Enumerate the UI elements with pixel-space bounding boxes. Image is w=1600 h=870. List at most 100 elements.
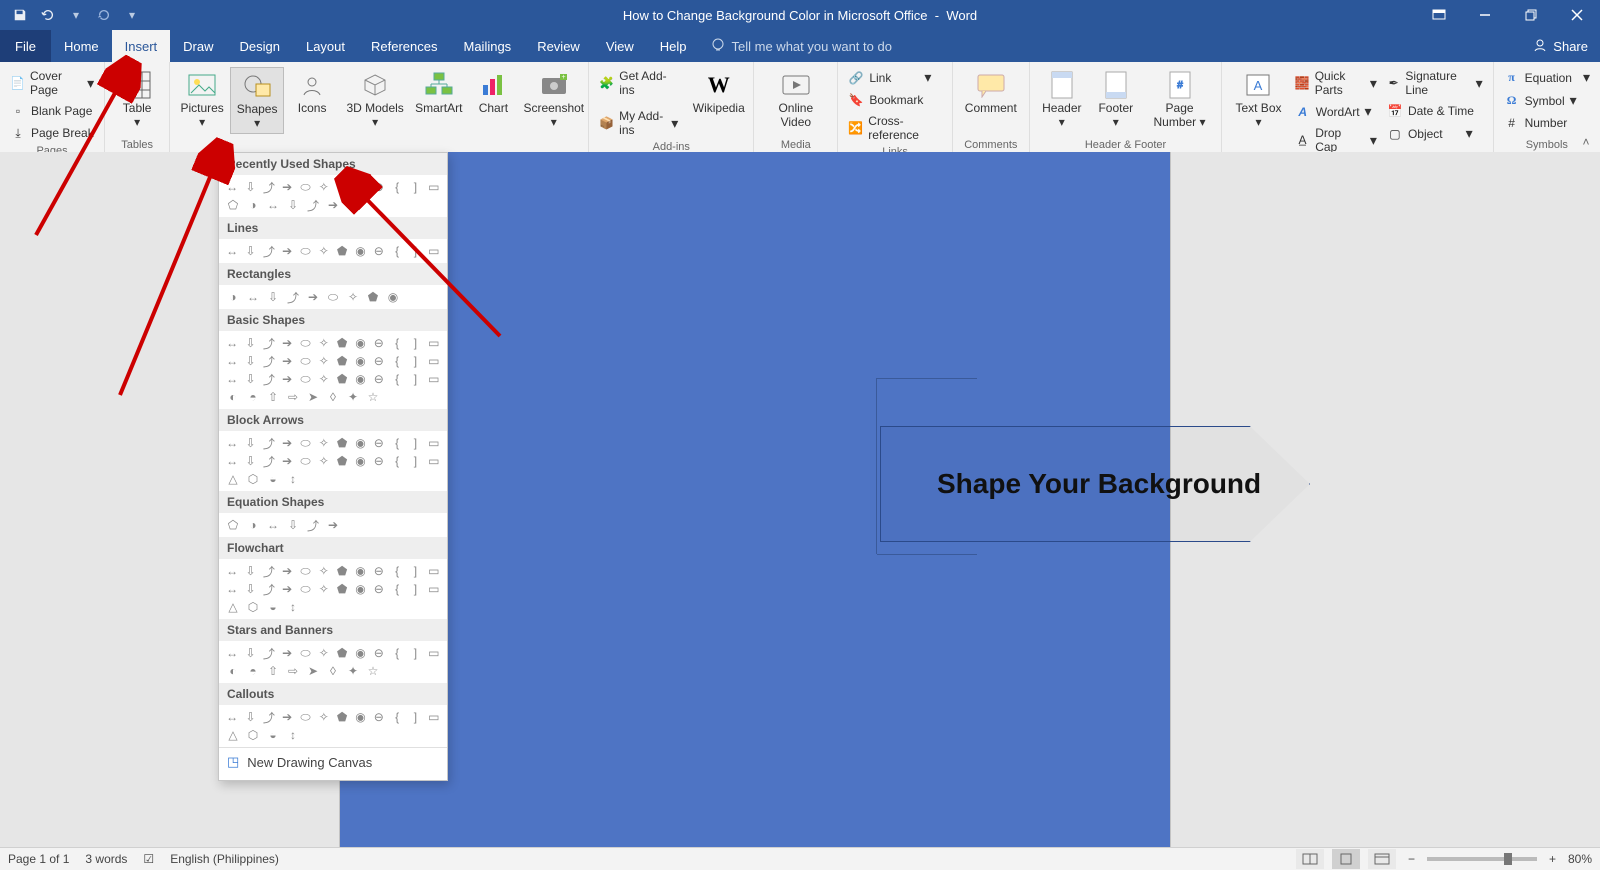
display-options-icon[interactable] [1416,0,1462,30]
shape-item[interactable]: ◊ [324,662,342,680]
shape-item[interactable]: ◉ [352,562,368,580]
read-mode-icon[interactable] [1296,849,1324,869]
tab-draw[interactable]: Draw [170,30,226,62]
shape-item[interactable]: ◉ [352,580,368,598]
shape-item[interactable]: ⇩ [242,370,258,388]
shape-item[interactable]: ⬡ [244,470,262,488]
shape-item[interactable]: ⬟ [334,242,350,260]
shape-item[interactable]: ➔ [279,562,295,580]
shape-item[interactable]: ✧ [316,178,332,196]
shape-item[interactable]: ✦ [344,388,362,406]
shape-item[interactable]: ⬭ [297,580,313,598]
number-button[interactable]: #Number [1500,113,1594,133]
shape-item[interactable]: ⬭ [297,452,313,470]
shape-item[interactable]: ⇩ [284,196,302,214]
shape-item[interactable]: ◉ [352,352,368,370]
shape-item[interactable]: ⬟ [334,352,350,370]
zoom-in-icon[interactable]: + [1545,852,1560,866]
status-page[interactable]: Page 1 of 1 [8,852,69,866]
shape-item[interactable]: ↔ [224,452,240,470]
shape-item[interactable]: ▭ [426,242,442,260]
shape-item[interactable]: ✧ [316,708,332,726]
shape-item[interactable]: ✧ [316,644,332,662]
shape-item[interactable]: ➔ [279,242,295,260]
shape-item[interactable]: △ [224,726,242,744]
shape-item[interactable]: ▭ [426,334,442,352]
shape-item[interactable]: ⇩ [242,580,258,598]
shape-item[interactable]: ] [407,708,423,726]
shape-item[interactable]: ⤴ [261,580,277,598]
wordart-button[interactable]: AWordArt▾ [1291,101,1381,122]
shape-item[interactable]: ◉ [352,434,368,452]
cross-reference-button[interactable]: 🔀Cross-reference [844,112,945,144]
shape-item[interactable]: ↔ [264,196,282,214]
shape-item[interactable]: ] [407,434,423,452]
signature-line-button[interactable]: ✒Signature Line ▾ [1383,67,1487,99]
shape-item[interactable]: ⬭ [297,178,313,196]
web-layout-icon[interactable] [1368,849,1396,869]
shape-item[interactable]: ↔ [224,580,240,598]
shape-item[interactable]: ⤴ [261,370,277,388]
collapse-ribbon-icon[interactable]: ˄ [1578,134,1594,150]
shape-item[interactable]: ⊖ [371,178,387,196]
shape-item[interactable]: ✦ [344,662,362,680]
shape-item[interactable]: ⤴ [261,562,277,580]
bookmark-button[interactable]: 🔖Bookmark [844,90,945,110]
shape-item[interactable]: ⇩ [242,352,258,370]
shape-item[interactable]: ] [407,334,423,352]
shape-item[interactable]: ✧ [316,580,332,598]
shape-item[interactable]: ⬟ [334,580,350,598]
shape-item[interactable]: ⇨ [284,388,302,406]
shape-item[interactable]: ▭ [426,434,442,452]
shape-item[interactable]: ⇩ [242,644,258,662]
shape-item[interactable]: ↕ [284,598,302,616]
tab-file[interactable]: File [0,30,51,62]
qat-customize-icon[interactable]: ▾ [122,5,142,25]
shape-item[interactable]: ◒ [264,470,282,488]
shape-item[interactable]: ➔ [304,288,322,306]
save-icon[interactable] [10,5,30,25]
minimize-icon[interactable] [1462,0,1508,30]
text-box-button[interactable]: AText Box ▾ [1228,67,1288,132]
shape-item[interactable]: ⬡ [244,726,262,744]
shape-item[interactable]: ✧ [316,562,332,580]
shape-item[interactable]: ⇧ [264,388,282,406]
shape-item[interactable]: ▭ [426,562,442,580]
shape-item[interactable]: ➔ [279,580,295,598]
get-addins-button[interactable]: 🧩Get Add-ins [595,67,682,99]
shape-item[interactable]: ⊖ [371,370,387,388]
shape-item[interactable]: ⊖ [371,452,387,470]
cover-page-button[interactable]: 📄Cover Page▾ [6,67,98,99]
date-time-button[interactable]: 📅Date & Time [1383,101,1487,121]
shape-item[interactable]: ◒ [264,598,282,616]
shape-item[interactable]: ⤴ [261,434,277,452]
shape-item[interactable]: ⬠ [224,516,242,534]
shape-item[interactable]: ◉ [352,370,368,388]
shape-item[interactable]: ⇩ [242,562,258,580]
pictures-button[interactable]: Pictures▾ [176,67,228,132]
shape-item[interactable]: ⇩ [242,708,258,726]
proofing-icon[interactable]: ☑ [143,852,154,866]
shape-item[interactable]: ✧ [316,434,332,452]
icons-button[interactable]: Icons [286,67,338,118]
shape-item[interactable]: ⤴ [261,708,277,726]
shape-item[interactable]: ✧ [316,334,332,352]
shape-item[interactable]: ⊖ [371,242,387,260]
shape-item[interactable]: ↔ [224,562,240,580]
screenshot-button[interactable]: +Screenshot▾ [521,67,586,132]
shape-item[interactable]: ⬟ [334,434,350,452]
undo-drop-icon[interactable]: ▾ [66,5,86,25]
shape-item[interactable]: ➔ [279,708,295,726]
shape-item[interactable]: ➔ [324,196,342,214]
shape-item[interactable]: ⬟ [334,334,350,352]
shape-item[interactable]: ⬟ [334,370,350,388]
shape-item[interactable]: ◐ [224,388,242,406]
shape-item[interactable]: ⊖ [371,562,387,580]
shape-item[interactable]: { [389,334,405,352]
symbol-button[interactable]: ΩSymbol▾ [1500,90,1594,111]
page-number-button[interactable]: #Page Number ▾ [1144,67,1215,132]
wikipedia-button[interactable]: WWikipedia [690,67,747,118]
shape-item[interactable]: ↔ [224,334,240,352]
zoom-slider[interactable] [1427,857,1537,861]
shape-item[interactable]: ] [407,370,423,388]
